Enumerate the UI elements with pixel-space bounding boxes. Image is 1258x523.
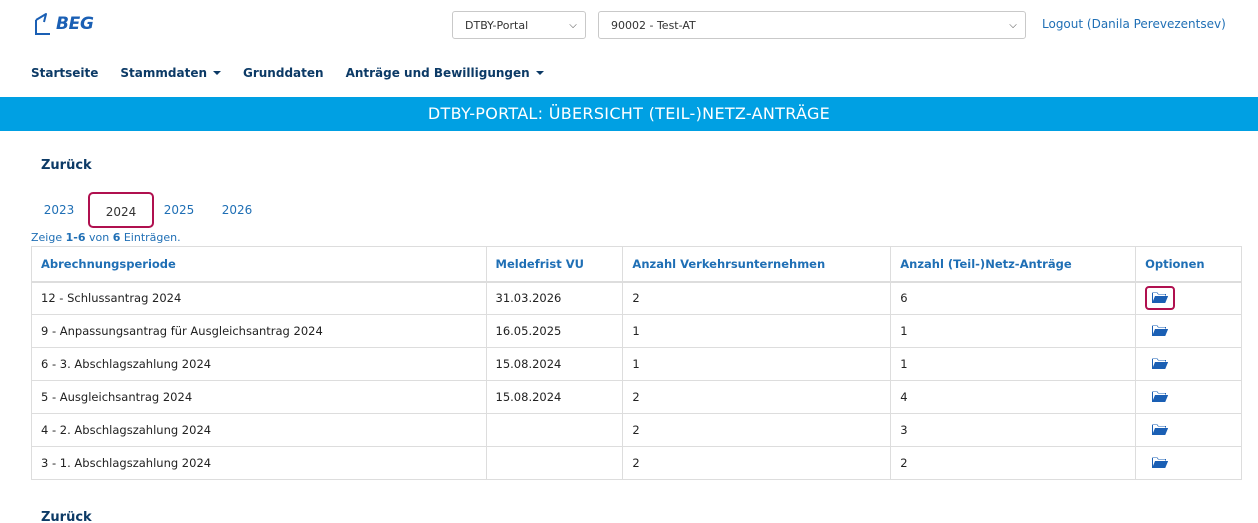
cell-netz-count: 4 — [890, 380, 1137, 414]
open-folder-button[interactable] — [1145, 385, 1175, 409]
tab-year-2025[interactable]: 2025 — [154, 192, 204, 228]
open-folder-button[interactable] — [1145, 352, 1175, 376]
cell-vu-count: 2 — [622, 281, 892, 315]
column-header-vu-count[interactable]: Anzahl Verkehrsunternehmen — [622, 246, 892, 283]
cell-period: 12 - Schlussantrag 2024 — [31, 281, 487, 315]
portal-select[interactable]: DTBY-Portal ⌵ — [452, 11, 586, 39]
table-row: 12 - Schlussantrag 2024 31.03.2026 2 6 — [31, 281, 1242, 315]
cell-netz-count: 6 — [890, 281, 1137, 315]
company-select-value: 90002 - Test-AT — [611, 18, 696, 32]
cell-period: 4 - 2. Abschlagszahlung 2024 — [31, 413, 487, 447]
cell-deadline: 15.08.2024 — [485, 380, 624, 414]
logo-text: BEG — [56, 14, 94, 34]
company-select[interactable]: 90002 - Test-AT ⌵ — [598, 11, 1026, 39]
pagination-summary: Zeige 1-6 von 6 Einträgen. — [31, 231, 181, 244]
cell-deadline: 16.05.2025 — [485, 314, 624, 348]
summary-prefix: Zeige — [31, 231, 66, 244]
top-bar: BEG DTBY-Portal ⌵ 90002 - Test-AT ⌵ Logo… — [0, 0, 1258, 56]
chevron-down-icon: ⌵ — [1009, 19, 1017, 31]
cell-vu-count: 1 — [622, 347, 892, 381]
column-header-netz-count[interactable]: Anzahl (Teil-)Netz-Anträge — [890, 246, 1137, 283]
cell-options — [1135, 281, 1242, 315]
open-folder-button[interactable] — [1145, 319, 1175, 343]
cell-vu-count: 2 — [622, 413, 892, 447]
open-folder-button[interactable] — [1145, 286, 1176, 311]
main-nav: Startseite Stammdaten Grunddaten Anträge… — [31, 66, 544, 80]
table-row: 4 - 2. Abschlagszahlung 2024 2 3 — [31, 413, 1242, 447]
cell-vu-count: 1 — [622, 314, 892, 348]
column-header-options: Optionen — [1135, 246, 1242, 283]
cell-netz-count: 2 — [890, 446, 1137, 480]
nav-item-basedata[interactable]: Grunddaten — [243, 66, 324, 80]
tab-year-2023[interactable]: 2023 — [30, 192, 88, 228]
cell-vu-count: 2 — [622, 380, 892, 414]
cell-netz-count: 1 — [890, 347, 1137, 381]
table-row: 5 - Ausgleichsantrag 2024 15.08.2024 2 4 — [31, 380, 1242, 414]
folder-open-icon — [1152, 424, 1169, 435]
open-folder-button[interactable] — [1145, 451, 1175, 475]
nav-item-label: Grunddaten — [243, 66, 324, 80]
cell-options — [1135, 380, 1242, 414]
folder-open-icon — [1152, 292, 1169, 304]
back-link-top[interactable]: Zurück — [41, 158, 92, 173]
folder-open-icon — [1152, 358, 1169, 369]
open-folder-button[interactable] — [1145, 418, 1175, 442]
tab-year-2026[interactable]: 2026 — [212, 192, 262, 228]
cell-netz-count: 1 — [890, 314, 1137, 348]
summary-suffix: Einträgen. — [120, 231, 181, 244]
caret-down-icon — [535, 71, 544, 75]
folder-open-icon — [1152, 391, 1169, 402]
cell-options — [1135, 413, 1242, 447]
folder-open-icon — [1152, 325, 1169, 336]
nav-item-label: Stammdaten — [120, 66, 207, 80]
cell-deadline — [485, 446, 624, 480]
cell-vu-count: 2 — [622, 446, 892, 480]
chevron-down-icon: ⌵ — [569, 19, 577, 31]
portal-select-value: DTBY-Portal — [465, 18, 529, 32]
table-header-row: Abrechnungsperiode Meldefrist VU Anzahl … — [31, 246, 1242, 283]
nav-item-label: Startseite — [31, 66, 99, 80]
table-row: 3 - 1. Abschlagszahlung 2024 2 2 — [31, 446, 1242, 480]
cell-deadline: 15.08.2024 — [485, 347, 624, 381]
logo-mark-icon — [35, 13, 50, 35]
cell-period: 3 - 1. Abschlagszahlung 2024 — [31, 446, 487, 480]
back-link-bottom[interactable]: Zurück — [41, 510, 92, 523]
tab-year-2024[interactable]: 2024 — [88, 192, 154, 228]
cell-period: 6 - 3. Abschlagszahlung 2024 — [31, 347, 487, 381]
folder-open-icon — [1152, 457, 1169, 468]
logout-link[interactable]: Logout (Danila Perevezentsev) — [1042, 17, 1226, 31]
cell-options — [1135, 347, 1242, 381]
table-row: 6 - 3. Abschlagszahlung 2024 15.08.2024 … — [31, 347, 1242, 381]
column-header-deadline[interactable]: Meldefrist VU — [485, 246, 624, 283]
summary-range: 1-6 — [65, 231, 86, 244]
nav-item-applications[interactable]: Anträge und Bewilligungen — [346, 66, 544, 80]
applications-table: Abrechnungsperiode Meldefrist VU Anzahl … — [31, 246, 1242, 480]
column-header-period[interactable]: Abrechnungsperiode — [31, 246, 487, 283]
nav-item-masterdata[interactable]: Stammdaten — [120, 66, 221, 80]
beg-logo[interactable]: BEG — [34, 12, 94, 36]
table-row: 9 - Anpassungsantrag für Ausgleichsantra… — [31, 314, 1242, 348]
cell-options — [1135, 446, 1242, 480]
caret-down-icon — [213, 71, 221, 75]
cell-netz-count: 3 — [890, 413, 1137, 447]
cell-deadline — [485, 413, 624, 447]
page-title: DTBY-PORTAL: ÜBERSICHT (TEIL-)NETZ-ANTRÄ… — [427, 104, 831, 123]
cell-deadline: 31.03.2026 — [485, 281, 624, 315]
nav-item-home[interactable]: Startseite — [31, 66, 98, 80]
nav-item-label: Anträge und Bewilligungen — [345, 66, 530, 80]
cell-options — [1135, 314, 1242, 348]
summary-middle: von — [85, 231, 113, 244]
cell-period: 9 - Anpassungsantrag für Ausgleichsantra… — [31, 314, 487, 348]
page-title-banner: DTBY-PORTAL: ÜBERSICHT (TEIL-)NETZ-ANTRÄ… — [0, 97, 1258, 131]
cell-period: 5 - Ausgleichsantrag 2024 — [31, 380, 487, 414]
